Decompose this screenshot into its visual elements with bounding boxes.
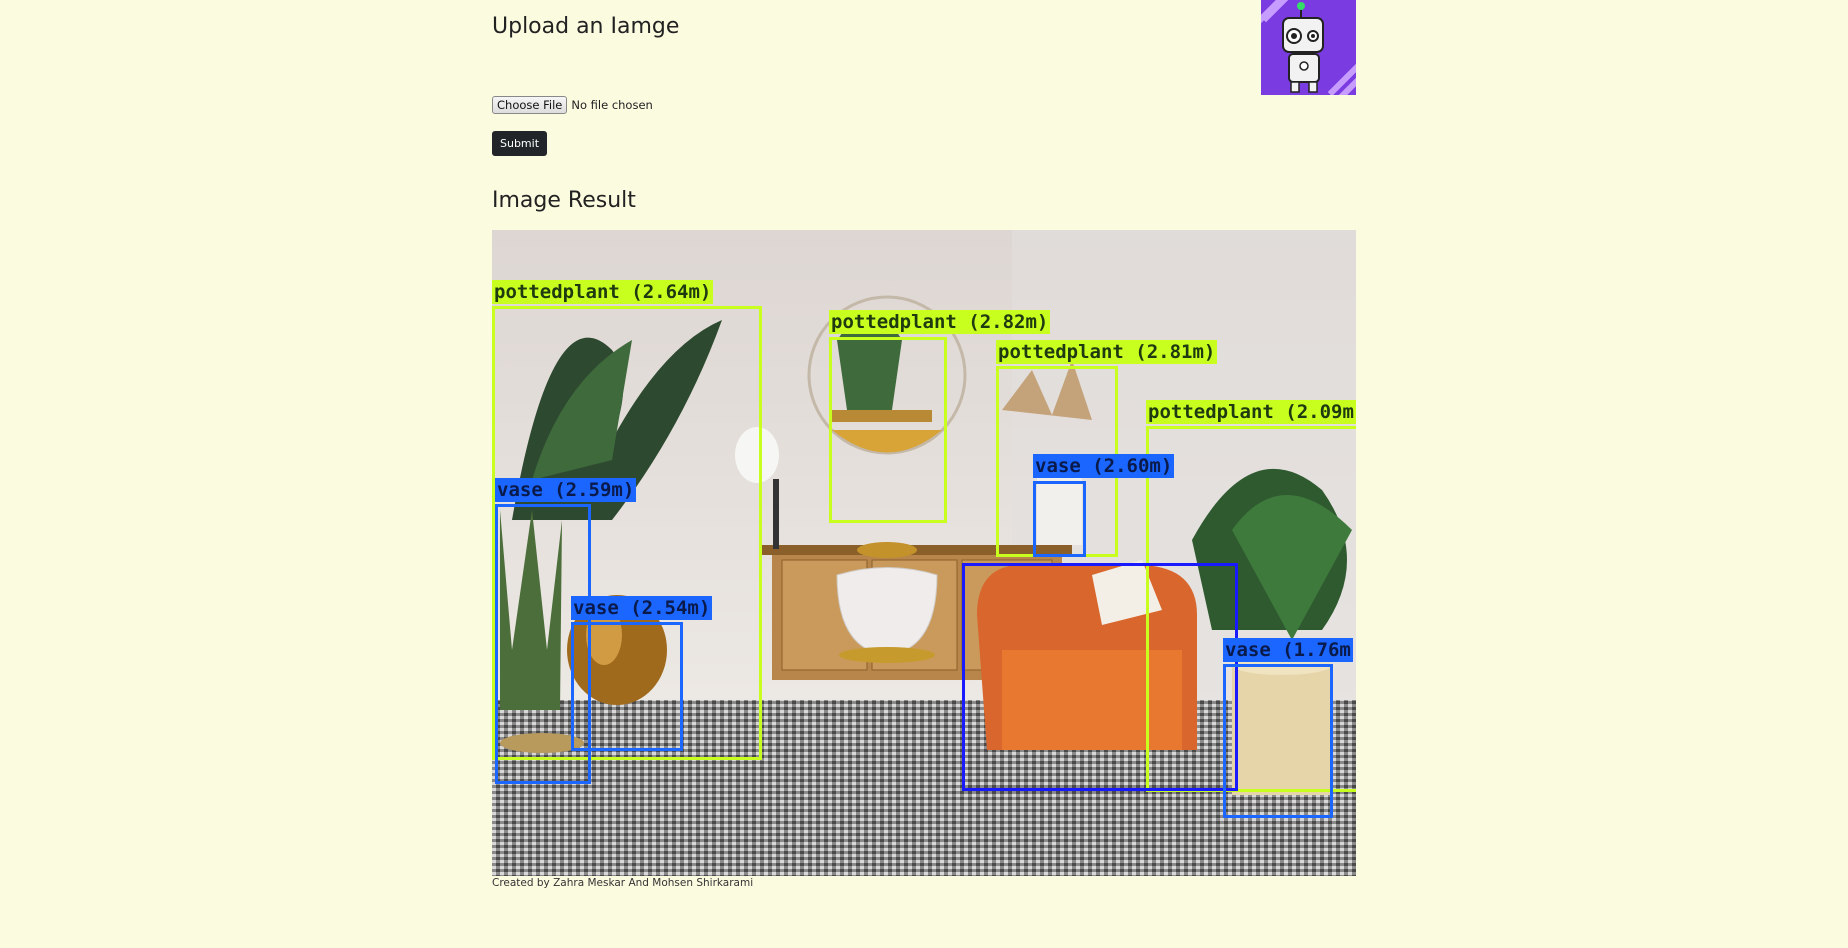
detection-result-image: pottedplant (2.64m) pottedplant (2.82m) … (492, 230, 1356, 876)
main-container: Upload an Iamge Choose File No file chos… (492, 0, 1356, 948)
detection-box-vase (571, 622, 683, 751)
footer-credit: Created by Zahra Meskar And Mohsen Shirk… (492, 877, 754, 889)
detection-label: vase (2.54m) (571, 596, 713, 620)
detection-label: pottedplant (2.81m) (996, 340, 1218, 364)
detection-box-vase (1033, 481, 1086, 557)
detection-box-chair (962, 563, 1238, 791)
robot-logo-icon (1261, 0, 1356, 95)
upload-heading: Upload an Iamge (492, 14, 680, 39)
file-input[interactable]: Choose File No file chosen (492, 96, 653, 114)
submit-button[interactable]: Submit (492, 131, 548, 156)
detection-label: vase (1.76m (1223, 638, 1353, 662)
detection-label: vase (2.59m) (495, 478, 637, 502)
detection-label: pottedplant (2.82m) (829, 310, 1051, 334)
detection-box-pottedplant (829, 337, 947, 523)
detection-label: vase (2.60m) (1033, 454, 1175, 478)
choose-file-button[interactable]: Choose File (492, 96, 568, 114)
detection-label: pottedplant (2.64m) (492, 280, 714, 304)
detection-box-vase (1223, 664, 1333, 818)
file-status-text: No file chosen (571, 98, 653, 112)
detection-label: pottedplant (2.09m (1146, 400, 1356, 424)
result-heading: Image Result (492, 188, 636, 213)
